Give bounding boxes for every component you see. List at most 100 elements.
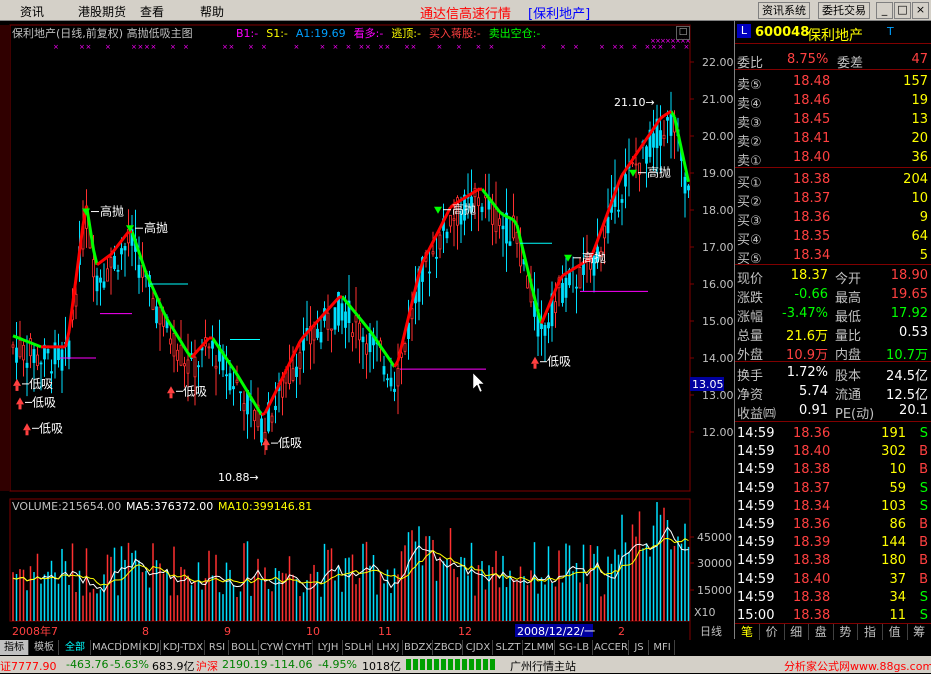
tick-row: 14:59 18.40 37 B — [735, 571, 931, 589]
indicator-tab[interactable]: DMI — [122, 640, 141, 655]
trade-button[interactable]: 委托交易 — [818, 2, 870, 19]
panel-tab[interactable]: 筹 — [907, 624, 931, 640]
x-label-oct: 10 — [306, 625, 320, 638]
tick-time: 14:59 — [737, 481, 774, 496]
panel-tab[interactable]: 盘 — [809, 624, 834, 640]
indicator-tab[interactable]: JS — [630, 640, 649, 655]
indicator-tab[interactable]: 指标 — [0, 640, 29, 655]
fin-value: 24.5亿 — [886, 365, 928, 384]
tick-volume: 37 — [889, 572, 906, 587]
stat-label: 涨跌 — [737, 287, 763, 306]
indicator-tab[interactable]: KDJ — [142, 640, 161, 655]
panel-tab[interactable]: 指 — [858, 624, 883, 640]
svg-text:×: × — [573, 43, 579, 51]
indicator-tab[interactable]: 模板 — [30, 640, 59, 655]
tick-side: B — [919, 572, 928, 587]
stat-label: 涨幅 — [737, 306, 763, 325]
panel-tab[interactable]: 笔 — [735, 624, 760, 640]
legend-item: A1:19.69 — [296, 27, 346, 40]
tick-side: B — [919, 517, 928, 532]
indicator-tab[interactable]: MACD — [92, 640, 121, 655]
x-label-dec: 12 — [458, 625, 472, 638]
chart-toggle-icon[interactable]: □ — [676, 26, 690, 40]
info-system-button[interactable]: 资讯系统 — [758, 2, 810, 19]
stat-value: -3.47% — [782, 306, 828, 321]
svg-text:×: × — [151, 43, 157, 51]
indicator-tab[interactable]: LYJH — [314, 640, 343, 655]
bid-price: 18.37 — [793, 191, 830, 206]
tick-row: 14:59 18.38 34 S — [735, 589, 931, 607]
menu-view[interactable]: 查看 — [140, 3, 164, 20]
x-label-cursor-date: 2008/12/22/一 — [517, 625, 595, 638]
low-buy-label: 低吸 — [29, 377, 53, 391]
svg-text:×: × — [144, 43, 150, 51]
chart-legend: B1:- S1:- A1:19.69 看多:- 逃顶:- 买入蒋股:- 卖出空仓:- — [236, 25, 548, 41]
stock-name: 保利地产 — [807, 25, 863, 45]
period-label[interactable]: 日线 — [700, 624, 722, 638]
tick-row: 14:59 18.38 180 B — [735, 552, 931, 570]
stat-value: 0.53 — [899, 325, 928, 340]
indicator-tab[interactable]: 全部 — [60, 640, 91, 655]
app-title: 通达信高速行情 — [420, 3, 511, 22]
x-label-aug: 8 — [142, 625, 149, 638]
indicator-tab[interactable]: CYW — [260, 640, 283, 655]
svg-text:×: × — [437, 43, 443, 51]
stat-value: -0.66 — [794, 287, 828, 302]
indicator-tab[interactable]: MFI — [650, 640, 675, 655]
indicator-tab[interactable]: SLZT — [494, 640, 523, 655]
menu-help[interactable]: 帮助 — [200, 3, 224, 20]
indicator-tab[interactable]: CJDX — [464, 640, 493, 655]
panel-tab[interactable]: 细 — [784, 624, 809, 640]
stat-row: 外盘 10.9万 内盘 10.7万 — [735, 343, 931, 361]
panel-tab[interactable]: 价 — [760, 624, 785, 640]
panel-tab[interactable]: 值 — [883, 624, 908, 640]
indicator-tab[interactable]: ACCER — [594, 640, 629, 655]
fin-value: 0.91 — [799, 403, 828, 418]
indicator-tab[interactable]: SDLH — [344, 640, 373, 655]
ask-price: 18.40 — [793, 150, 830, 165]
indicator-tab[interactable]: SG-LB — [556, 640, 593, 655]
tick-price: 18.40 — [793, 444, 830, 459]
fin-row: 净资 5.74 流通 12.5亿 — [735, 383, 931, 401]
svg-text:×: × — [138, 43, 144, 51]
site-watermark: 分析家公式网www.88gs.com — [784, 658, 931, 674]
legend-item: 看多:- — [354, 27, 384, 40]
menu-info[interactable]: 资讯 — [20, 3, 44, 20]
stat-label: 总量 — [737, 325, 763, 344]
indicator-tab[interactable]: ZLMM — [524, 640, 555, 655]
indicator-tab[interactable]: CYHT — [284, 640, 313, 655]
kline-chart[interactable]: 高抛高抛高抛高抛高抛低吸低吸低吸低吸低吸低吸 22.0021.0020.0019… — [0, 21, 734, 640]
y-tick-label: 21.00 — [702, 93, 734, 106]
indicator-tab[interactable]: BDZX — [404, 640, 433, 655]
menu-hk-futures[interactable]: 港股期货 — [78, 3, 126, 20]
ask-row: 卖② 18.41 20 — [735, 130, 931, 148]
minimize-icon[interactable]: _ — [876, 2, 893, 19]
server-name: 广州行情主站 — [510, 658, 576, 674]
tick-price: 18.38 — [793, 590, 830, 605]
bid-row: 买③ 18.36 9 — [735, 209, 931, 227]
indicator-tab[interactable]: BOLL — [230, 640, 259, 655]
tick-volume: 34 — [889, 590, 906, 605]
tick-price: 18.39 — [793, 535, 830, 550]
svg-text:×: × — [359, 43, 365, 51]
tick-price: 18.37 — [793, 481, 830, 496]
sh-percent: -5.63% — [110, 658, 149, 671]
restore-icon[interactable]: □ — [894, 2, 911, 19]
indicator-tab[interactable]: ZBCD — [434, 640, 463, 655]
close-icon[interactable]: × — [912, 2, 929, 19]
svg-text:×: × — [294, 43, 300, 51]
high-sell-label: 高抛 — [144, 220, 168, 235]
tick-row: 14:59 18.40 302 B — [735, 443, 931, 461]
stat-label: 最低 — [835, 306, 861, 325]
weibi-value: 8.75% — [787, 52, 828, 67]
indicator-tab[interactable]: LHXJ — [374, 640, 403, 655]
indicator-tab[interactable]: KDJ-TDX — [162, 640, 205, 655]
volume-tick-label: 15000 — [697, 584, 732, 597]
legend-item: 卖出空仓:- — [489, 27, 541, 40]
svg-text:×: × — [86, 43, 92, 51]
low-buy-label: 低吸 — [39, 421, 63, 435]
svg-text:×: × — [346, 43, 352, 51]
bid-level-label: 买③ — [737, 210, 762, 229]
indicator-tab[interactable]: RSI — [206, 640, 229, 655]
panel-tab[interactable]: 势 — [833, 624, 858, 640]
